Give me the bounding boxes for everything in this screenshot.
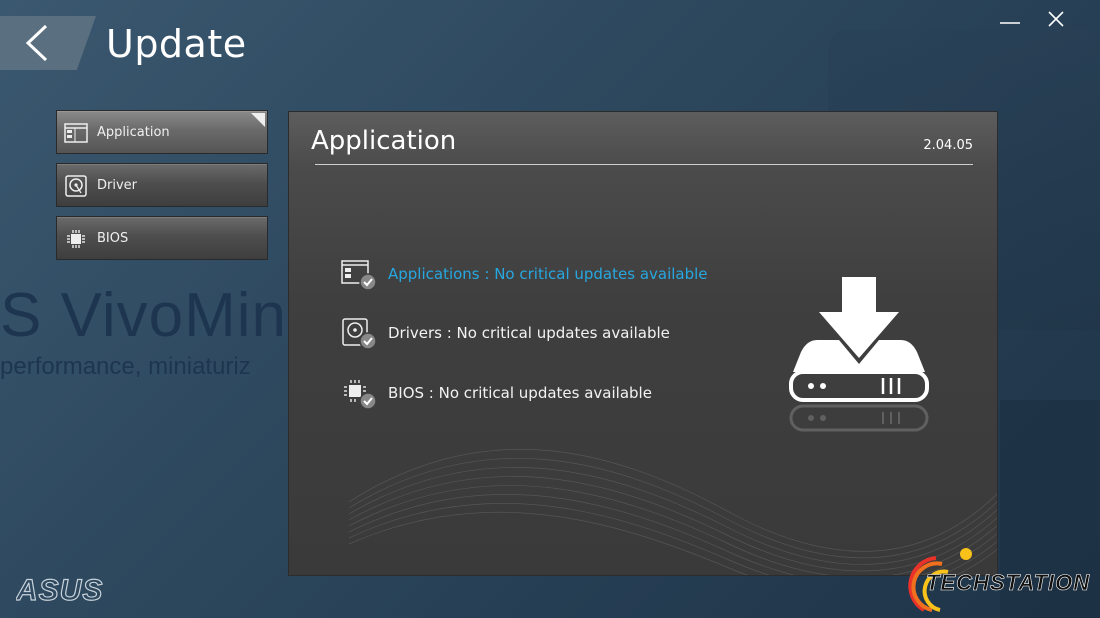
sidebar-item-driver[interactable]: Driver (56, 163, 268, 207)
sidebar-item-label: Application (97, 125, 170, 140)
download-drive-icon (789, 277, 929, 432)
background-tagline: performance, miniaturiz (0, 353, 251, 380)
title-divider (315, 164, 973, 165)
application-window-icon (64, 123, 88, 143)
minimize-button[interactable] (996, 8, 1026, 32)
status-text: BIOS : No critical updates available (388, 384, 652, 402)
status-text: Applications : No critical updates avail… (388, 265, 708, 283)
sidebar-item-bios[interactable]: BIOS (56, 216, 268, 260)
version-number: 2.04.05 (923, 138, 973, 153)
active-corner-indicator (251, 113, 265, 127)
sidebar-item-label: Driver (97, 178, 138, 193)
status-text: Drivers : No critical updates available (388, 324, 670, 342)
svg-text:TECHSTATION: TECHSTATION (926, 570, 1090, 595)
close-button[interactable] (1042, 8, 1072, 32)
chip-icon (67, 230, 85, 248)
minimize-icon (1000, 22, 1020, 24)
background-brand-text: S VivoMini (0, 281, 290, 350)
application-check-icon (341, 260, 377, 291)
chip-check-icon (344, 380, 377, 410)
asus-logo: ASUS (16, 576, 103, 604)
sidebar-item-label: BIOS (97, 231, 129, 246)
disk-check-icon (342, 318, 377, 350)
hard-disk-icon (65, 175, 87, 197)
sidebar-nav: Application Driver BIOS (56, 110, 268, 269)
chevron-left-icon (25, 24, 48, 62)
techstation-watermark: TECHSTATION (908, 548, 1090, 612)
close-icon (1048, 11, 1064, 27)
svg-text:ASUS: ASUS (16, 576, 103, 604)
application-panel: Application 2.04.05 Applications : No cr… (288, 111, 998, 576)
page-title: Update (106, 22, 247, 66)
sidebar-item-application[interactable]: Application (56, 110, 268, 154)
back-button[interactable] (0, 16, 96, 70)
panel-title: Application (311, 126, 457, 156)
